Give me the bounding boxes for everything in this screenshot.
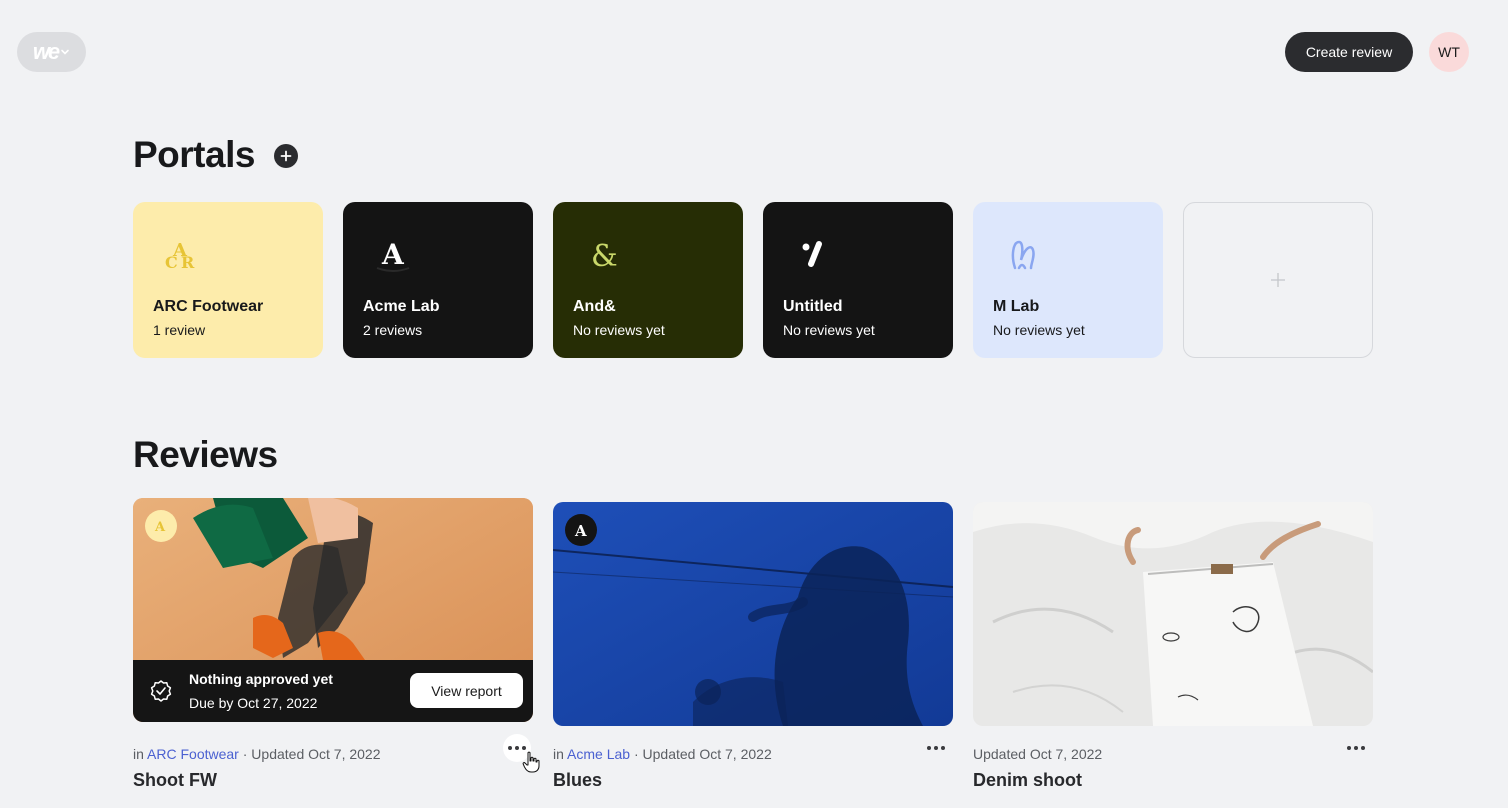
portal-card-and[interactable]: & And& No reviews yet — [553, 202, 743, 358]
meta-separator: · — [242, 746, 248, 762]
svg-text:A: A — [381, 238, 405, 271]
review-thumbnail[interactable] — [973, 502, 1373, 726]
acme-a-logo-icon: A — [373, 234, 413, 274]
review-meta: in ARC Footwear · Updated Oct 7, 2022 — [133, 746, 381, 762]
portal-card-acme-lab[interactable]: A Acme Lab 2 reviews — [343, 202, 533, 358]
portal-name: M Lab — [993, 298, 1040, 315]
meta-in-label: in — [553, 746, 564, 762]
updated-date: Updated Oct 7, 2022 — [973, 746, 1103, 762]
status-due-date: Due by Oct 27, 2022 — [189, 695, 318, 711]
updated-date: Updated Oct 7, 2022 — [251, 746, 381, 762]
svg-text:C: C — [165, 253, 178, 272]
review-meta: Updated Oct 7, 2022 — [973, 746, 1102, 762]
portal-link[interactable]: ARC Footwear — [147, 746, 239, 762]
portal-name: Acme Lab — [363, 298, 440, 315]
portal-name: And& — [573, 298, 616, 315]
portal-review-count: No reviews yet — [993, 322, 1085, 338]
reviews-heading: Reviews — [133, 434, 278, 475]
meta-in-label: in — [133, 746, 144, 762]
review-title[interactable]: Blues — [553, 770, 602, 791]
updated-date: Updated Oct 7, 2022 — [642, 746, 772, 762]
review-title[interactable]: Shoot FW — [133, 770, 217, 791]
status-title: Nothing approved yet — [189, 671, 333, 687]
portal-card-m-lab[interactable]: M Lab No reviews yet — [973, 202, 1163, 358]
avatar[interactable]: WT — [1429, 32, 1469, 72]
portal-review-count: No reviews yet — [783, 322, 875, 338]
chevron-down-icon — [61, 49, 69, 55]
workspace-switcher[interactable]: we — [17, 32, 86, 72]
dot-slash-logo-icon — [793, 234, 833, 274]
arc-logo-icon: A — [145, 510, 177, 542]
portal-name: ARC Footwear — [153, 298, 264, 315]
portal-review-count: 2 reviews — [363, 322, 423, 338]
svg-text:A: A — [574, 522, 587, 540]
hand-cursor-icon — [522, 751, 540, 773]
photo-blue-shadow — [553, 502, 953, 726]
portal-card-arc-footwear[interactable]: A C R ARC Footwear 1 review — [133, 202, 323, 358]
portal-review-count: No reviews yet — [573, 322, 665, 338]
more-options-icon[interactable] — [921, 738, 951, 758]
create-review-button[interactable]: Create review — [1285, 32, 1413, 72]
review-thumbnail[interactable]: A — [553, 502, 953, 726]
svg-text:R: R — [181, 253, 195, 272]
meta-separator: · — [633, 746, 639, 762]
m-lab-logo-icon — [1003, 234, 1043, 274]
portals-heading: Portals — [133, 134, 255, 175]
photo-white-denim — [973, 502, 1373, 726]
portal-link[interactable]: Acme Lab — [567, 746, 630, 762]
review-meta: in Acme Lab · Updated Oct 7, 2022 — [553, 746, 772, 762]
review-thumbnail[interactable]: A Nothing approved yet Due by Oct 27, 20… — [133, 498, 533, 722]
more-options-icon[interactable] — [1341, 738, 1371, 758]
acme-a-logo-icon: A — [565, 514, 597, 546]
badge-check-icon — [150, 680, 172, 702]
svg-text:A: A — [154, 520, 166, 535]
review-title[interactable]: Denim shoot — [973, 770, 1082, 791]
add-portal-icon[interactable] — [274, 144, 298, 168]
plus-icon — [1271, 273, 1285, 287]
view-report-button[interactable]: View report — [410, 673, 523, 708]
ampersand-logo-icon: & — [583, 234, 623, 274]
logo-wordmark: we — [32, 39, 60, 64]
approval-status-bar: Nothing approved yet Due by Oct 27, 2022… — [133, 660, 533, 722]
new-portal-card[interactable] — [1183, 202, 1373, 358]
portal-card-untitled[interactable]: Untitled No reviews yet — [763, 202, 953, 358]
arc-logo-icon: A C R — [163, 234, 203, 274]
portal-name: Untitled — [783, 298, 843, 315]
portal-review-count: 1 review — [153, 322, 206, 338]
svg-text:&: & — [591, 239, 618, 274]
